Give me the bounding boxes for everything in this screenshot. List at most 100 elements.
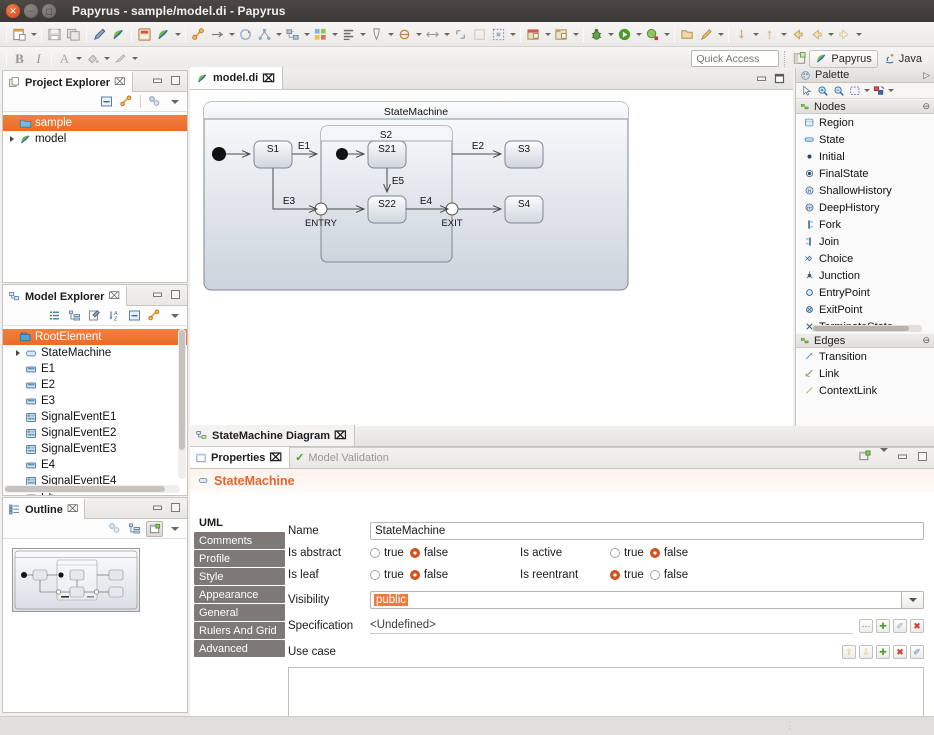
filter-icon[interactable]	[146, 94, 163, 110]
ext-tools-icon[interactable]	[643, 24, 662, 44]
line-style-dropdown[interactable]	[414, 24, 423, 44]
maximize-icon[interactable]	[170, 502, 181, 516]
list-icon[interactable]	[46, 308, 63, 324]
property-tab-general[interactable]: General	[194, 604, 285, 621]
usecase-add-button[interactable]: ✚	[876, 645, 890, 659]
is-abstract-false[interactable]: false	[410, 547, 448, 559]
palette-item-state[interactable]: State	[796, 131, 934, 148]
palette-item-link[interactable]: Link	[796, 365, 934, 382]
align-grid-icon[interactable]	[311, 24, 330, 44]
maximize-icon[interactable]: ◻	[42, 4, 56, 18]
specification-value[interactable]: <Undefined>	[370, 619, 853, 634]
search-pen-icon[interactable]	[697, 24, 716, 44]
tree-item-signalevente3[interactable]: SignalEventE3	[3, 441, 187, 457]
sort-az-icon[interactable]: AZ	[106, 308, 123, 324]
statemachine-diagram[interactable]: StateMachine S2 S1	[190, 90, 793, 426]
link-editor-icon[interactable]	[118, 94, 135, 110]
open-perspective-icon[interactable]	[790, 49, 809, 69]
spec-edit-button[interactable]: ✐	[893, 619, 907, 633]
tab-outline[interactable]: Outline ⌧	[3, 498, 85, 519]
fill-color-button[interactable]	[83, 49, 102, 69]
is-reentrant-false[interactable]: false	[650, 569, 688, 581]
open-type-button[interactable]	[135, 24, 154, 44]
close-icon[interactable]: ⌧	[269, 451, 282, 464]
forward-arrow2-icon[interactable]	[835, 24, 854, 44]
forward-arrow-icon[interactable]	[807, 24, 826, 44]
quick-access-input[interactable]	[691, 50, 779, 67]
zoom-fit-icon[interactable]	[451, 24, 470, 44]
property-tab-appearance[interactable]: Appearance	[194, 586, 285, 603]
close-icon[interactable]: ✕	[6, 4, 20, 18]
align-dropdown[interactable]	[330, 24, 339, 44]
palette-pin-icon[interactable]: ▷	[923, 70, 930, 81]
new-element-icon[interactable]	[86, 308, 103, 324]
usecase-up-button[interactable]: ⇧	[842, 645, 856, 659]
view-menu-icon[interactable]	[166, 308, 183, 324]
property-tab-rulers-and-grid[interactable]: Rulers And Grid	[194, 622, 285, 639]
tab-statemachine-diagram[interactable]: StateMachine Diagram ⌧	[190, 425, 355, 446]
grid-dropdown[interactable]	[508, 24, 517, 44]
arrow-right-icon[interactable]	[208, 24, 227, 44]
package-dropdown[interactable]	[571, 24, 580, 44]
palette-item-region[interactable]: Region	[796, 114, 934, 131]
new-wizard-button[interactable]	[10, 24, 29, 44]
close-icon[interactable]: ⌧	[262, 72, 275, 85]
tree-item-e4[interactable]: E4	[3, 457, 187, 473]
run-icon[interactable]	[615, 24, 634, 44]
search-dropdown[interactable]	[716, 24, 725, 44]
usecase-down-button[interactable]: ⇩	[859, 645, 873, 659]
forward2-dropdown[interactable]	[854, 24, 863, 44]
maximize-icon[interactable]	[170, 289, 181, 303]
tree-item-signalevente2[interactable]: SignalEventE2	[3, 425, 187, 441]
tab-model-di[interactable]: model.di ⌧	[190, 67, 283, 89]
palette-hscrollbar[interactable]	[812, 325, 922, 332]
marquee-dropdown[interactable]	[863, 84, 870, 98]
spec-add-button[interactable]: ✚	[876, 619, 890, 633]
new-papyrus-model-button[interactable]	[154, 24, 173, 44]
palette-item-initial[interactable]: Initial	[796, 148, 934, 165]
prev-annotation-icon[interactable]	[760, 24, 779, 44]
palette-item-transition[interactable]: Transition	[796, 348, 934, 365]
tree-item-rootelement[interactable]: RootElement	[3, 329, 187, 345]
arrange-icon[interactable]	[283, 24, 302, 44]
text-align-icon[interactable]	[339, 24, 358, 44]
diagram-canvas[interactable]: StateMachine S2 S1	[190, 90, 793, 426]
arrow-tool-dropdown[interactable]	[227, 24, 236, 44]
forward-dropdown[interactable]	[826, 24, 835, 44]
spec-browse-button[interactable]: ⋯	[859, 619, 873, 633]
model-explorer-hscrollbar[interactable]	[4, 485, 180, 493]
close-icon[interactable]: ⌧	[334, 429, 347, 442]
line-color-dropdown[interactable]	[130, 49, 139, 69]
format-icon[interactable]	[871, 84, 886, 98]
minimize-icon[interactable]	[152, 289, 163, 303]
palette-item-deephistory[interactable]: H*DeepHistory	[796, 199, 934, 216]
spec-delete-button[interactable]: ✖	[910, 619, 924, 633]
open-folder-icon[interactable]	[678, 24, 697, 44]
tab-model-explorer[interactable]: Model Explorer ⌧	[3, 285, 127, 306]
tree-item-e3[interactable]: E3	[3, 393, 187, 409]
outline-tree-icon[interactable]	[126, 521, 143, 537]
close-icon[interactable]: ⌧	[114, 77, 126, 88]
drawer-collapse-icon[interactable]: ⊖	[922, 101, 930, 112]
fill-color-dropdown[interactable]	[386, 24, 395, 44]
run-dropdown[interactable]	[634, 24, 643, 44]
outline-thumbnail-body[interactable]	[3, 540, 187, 712]
minimize-icon[interactable]	[152, 75, 163, 89]
editor-maximize-icon[interactable]	[774, 73, 785, 87]
tab-project-explorer[interactable]: Project Explorer ⌧	[3, 71, 133, 92]
visibility-dropdown-button[interactable]	[902, 591, 924, 609]
layout-icon[interactable]	[255, 24, 274, 44]
twisty[interactable]	[13, 350, 22, 356]
close-icon[interactable]: ⌧	[108, 291, 120, 302]
perspective-java[interactable]: Java	[878, 50, 927, 68]
save-button[interactable]	[45, 24, 64, 44]
bold-button[interactable]: B	[10, 49, 29, 69]
view-menu-icon[interactable]	[166, 521, 183, 537]
debug-dropdown[interactable]	[606, 24, 615, 44]
text-align-dropdown[interactable]	[358, 24, 367, 44]
next-annotation-icon[interactable]	[732, 24, 751, 44]
usecase-list[interactable]	[288, 667, 924, 719]
palette-item-contextlink[interactable]: ContextLink	[796, 382, 934, 399]
drawer-collapse-icon[interactable]: ⊖	[922, 335, 930, 346]
palette-item-entrypoint[interactable]: EntryPoint	[796, 284, 934, 301]
